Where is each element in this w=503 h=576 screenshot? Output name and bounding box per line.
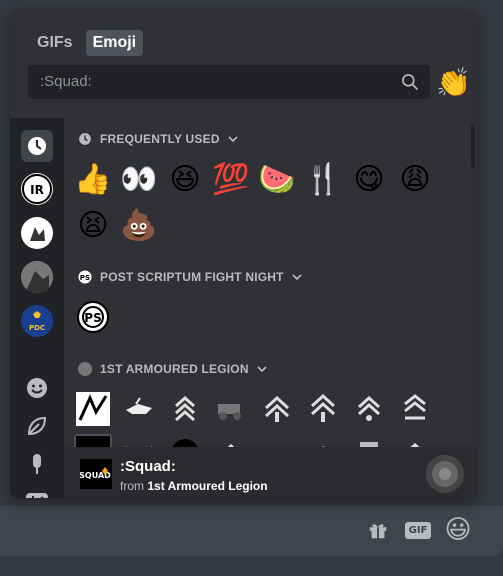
section-header[interactable]: 1ST ARMOURED LEGION [78,362,267,376]
guild-icon [426,455,464,493]
emoji-yum[interactable]: 😋 [350,160,388,198]
clock-icon [28,137,46,155]
custom-emoji-squad[interactable]: SQUAD [74,434,112,447]
custom-emoji[interactable] [350,434,388,447]
smile-icon[interactable] [24,375,50,401]
search-query: :Squad: [40,73,92,90]
guild-icon [78,362,92,376]
preview-title: :Squad: [120,458,176,475]
section-header[interactable]: PS POST SCRIPTUM FIGHT NIGHT [78,270,302,284]
emoji-row: 👍 👀 😆 💯 🍉 🍴 😋 😩 [74,160,434,198]
tab-emoji[interactable]: Emoji [85,30,144,56]
emoji-grid: FREQUENTLY USED 👍 👀 😆 💯 🍉 🍴 😋 😩 😫 💩 PS P… [64,118,478,447]
svg-text:IR: IR [30,183,44,197]
emoji-thumbsup[interactable]: 👍 [74,160,112,198]
chevron-emoji[interactable] [350,390,388,428]
custom-emoji[interactable] [304,390,342,428]
chevron-down-icon [292,274,302,281]
emoji-fork-knife[interactable]: 🍴 [304,160,342,198]
food-icon[interactable] [24,451,50,477]
sidebar-item-recent[interactable] [21,130,53,162]
leaf-icon[interactable] [24,413,50,439]
custom-emoji[interactable] [258,434,296,447]
emoji-row: 😫 💩 [74,206,158,244]
preview-from-label: from [120,479,144,493]
search-icon [400,72,420,92]
emoji-tired[interactable]: 😫 [74,206,112,244]
section-header[interactable]: FREQUENTLY USED [78,132,238,146]
custom-emoji[interactable] [258,390,296,428]
emoji-search-input[interactable]: :Squad: [28,65,430,99]
category-sidebar: IR PDC [10,118,64,498]
guild-icon [23,219,51,247]
clap-icon[interactable]: 👏 [436,66,471,99]
custom-emoji[interactable] [120,390,158,428]
sidebar-item-guild-pdc[interactable]: PDC [21,305,53,337]
emoji-watermelon[interactable]: 🍉 [258,160,296,198]
emoji-poop[interactable]: 💩 [120,206,158,244]
emoji-row: SQUAD [74,434,434,447]
chevron-emoji[interactable] [396,434,434,447]
chevron-down-icon [228,136,238,143]
emoji-eyes[interactable]: 👀 [120,160,158,198]
sidebar-item-guild[interactable] [21,261,53,293]
svg-text:PS: PS [80,274,91,282]
preview-source: from 1st Armoured Legion [120,479,268,493]
emoji-preview: SQUAD :Squad: from 1st Armoured Legion [64,447,478,498]
emoji-picker: GIFs Emoji :Squad: 👏 IR PDC FREQUENTLY U… [10,10,478,498]
guild-icon: IR [22,174,52,204]
preview-guild-name: 1st Armoured Legion [147,479,268,493]
picker-tabs: GIFs Emoji [30,30,144,56]
guild-icon: PS [78,270,92,284]
preview-emoji: SQUAD [79,459,112,489]
custom-emoji[interactable] [120,434,158,447]
emoji-laughing[interactable]: 😆 [166,160,204,198]
chevron-down-icon [257,366,267,373]
section-title: 1ST ARMOURED LEGION [100,362,249,376]
emoji-100[interactable]: 💯 [212,160,250,198]
chevron-emoji[interactable] [304,434,342,447]
custom-emoji[interactable] [166,434,204,447]
section-title: POST SCRIPTUM FIGHT NIGHT [100,270,284,284]
custom-emoji[interactable] [212,390,250,428]
chevron-emoji[interactable] [396,390,434,428]
gamepad-icon[interactable] [24,486,50,498]
custom-emoji[interactable]: PS [74,298,112,336]
chatbar-actions: GIF 😃 [365,515,472,545]
gift-icon[interactable] [365,517,391,543]
scrollbar-thumb[interactable] [471,124,475,168]
gif-button[interactable]: GIF [404,517,432,543]
emoji-row [74,390,434,428]
chevron-emoji[interactable] [212,434,250,447]
chevron-emoji[interactable] [166,390,204,428]
emoji-weary[interactable]: 😩 [396,160,434,198]
clock-icon [79,133,91,145]
section-title: FREQUENTLY USED [100,132,220,146]
scrollbar[interactable] [470,118,476,448]
emoji-button[interactable]: 😃 [444,515,471,545]
custom-emoji[interactable] [74,390,112,428]
guild-icon [21,261,53,293]
sidebar-item-guild[interactable] [21,217,53,249]
tab-gifs[interactable]: GIFs [30,30,80,56]
svg-text:PS: PS [84,311,101,325]
sidebar-item-guild[interactable]: IR [21,173,53,205]
guild-label: PDC [28,324,46,332]
gif-label: GIF [404,521,432,539]
emoji-row: PS [74,298,112,336]
